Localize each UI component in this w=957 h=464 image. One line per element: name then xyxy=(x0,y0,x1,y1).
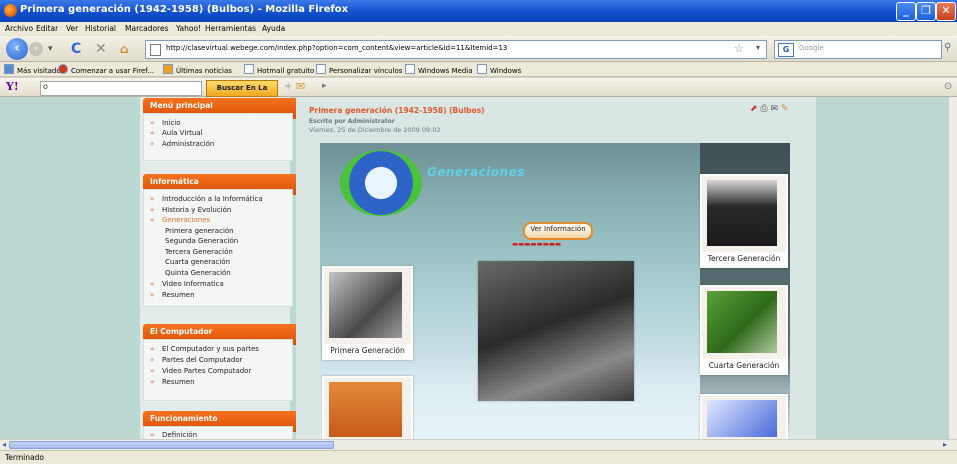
search-bar[interactable]: G Google xyxy=(774,40,942,59)
yahoo-search-input[interactable]: o xyxy=(40,81,202,96)
photo-primera-generacion[interactable]: Primera Generación xyxy=(322,266,413,360)
status-bar: Terminado xyxy=(0,450,957,464)
more-arrow-icon[interactable]: ▸ xyxy=(322,81,327,91)
menu-link-video-partes[interactable]: Video Partes Computador xyxy=(150,367,251,375)
article-author: Escrito por Administrator xyxy=(309,118,395,125)
close-button[interactable]: ✕ xyxy=(936,2,956,21)
horizontal-scroll-thumb[interactable] xyxy=(9,441,334,449)
photo-eniac xyxy=(478,261,634,401)
article-date: Viernes, 25 de Diciembre de 2009 09:02 xyxy=(309,126,441,134)
forward-button[interactable]: › xyxy=(29,42,43,56)
menu-link-primera-generacion[interactable]: Primera generación xyxy=(165,227,234,235)
menu-link-quinta-generacion[interactable]: Quinta Generación xyxy=(165,269,231,277)
address-dropdown-icon[interactable]: ▾ xyxy=(756,43,760,52)
url-text: http://clasevirtual.webege.com/index.php… xyxy=(166,44,508,52)
menu-link-resumen[interactable]: Resumen xyxy=(150,291,194,299)
yahoo-logo[interactable]: Y! xyxy=(6,80,19,93)
menu-historial[interactable]: Historial xyxy=(85,24,116,33)
menu-link-administracion[interactable]: Administración xyxy=(150,140,214,148)
scroll-left-arrow-icon[interactable]: ◂ xyxy=(2,440,6,449)
window-title: Primera generación (1942-1958) (Bulbos) … xyxy=(20,4,349,15)
print-icon[interactable]: ⎙ xyxy=(760,104,767,114)
bookmark-windows[interactable]: Windows xyxy=(477,64,521,75)
menu-link-tercera-generacion[interactable]: Tercera Generación xyxy=(165,248,233,256)
article-actions: ⬈ ⎙ ✉ ✎ xyxy=(750,104,788,114)
photo-image xyxy=(707,400,777,437)
menu-link-historia[interactable]: Historia y Evolución xyxy=(150,206,231,214)
photo-tercera-generacion[interactable]: Tercera Generación xyxy=(700,174,788,268)
photo-image xyxy=(707,291,777,353)
menu-marcadores[interactable]: Marcadores xyxy=(125,24,169,33)
caption-cuarta-generacion: Cuarta Generación xyxy=(702,359,786,373)
menu-link-definicion[interactable]: Definición xyxy=(150,431,197,439)
vertical-scrollbar[interactable] xyxy=(948,97,957,439)
menu-link-generaciones[interactable]: Generaciones xyxy=(150,216,210,224)
photo-image xyxy=(329,382,402,437)
bookmark-ultimas-noticias[interactable]: Últimas noticias xyxy=(163,64,232,75)
photo-quinta-generacion[interactable] xyxy=(700,394,788,443)
bookmark-mas-visitados[interactable]: Más visitados xyxy=(4,64,64,75)
article-title[interactable]: Primera generación (1942-1958) (Bulbos) xyxy=(309,106,485,115)
caption-primera-generacion: Primera Generación xyxy=(324,344,411,358)
menu-link-resumen-computador[interactable]: Resumen xyxy=(150,378,194,386)
bookmark-hotmail[interactable]: Hotmail gratuito xyxy=(244,64,314,75)
menu-link-introduccion[interactable]: Introducción a la Informática xyxy=(150,195,263,203)
menu-link-partes-computador[interactable]: Partes del Computador xyxy=(150,356,243,364)
minimize-button[interactable]: _ xyxy=(896,2,916,21)
back-button[interactable]: ‹ xyxy=(6,38,28,60)
caption-tercera-generacion: Tercera Generación xyxy=(702,252,786,266)
menu-link-video-informatica[interactable]: Video Informatica xyxy=(150,280,224,288)
flash-logo-text: Generaciones xyxy=(427,165,525,179)
menu-link-computador-partes[interactable]: El Computador y sus partes xyxy=(150,345,259,353)
stop-icon[interactable]: ✕ xyxy=(95,40,107,58)
bookmark-personalizar[interactable]: Personalizar vínculos xyxy=(316,64,402,75)
search-placeholder: Google xyxy=(799,44,824,52)
search-icon[interactable]: ⚲ xyxy=(944,42,951,53)
options-icon[interactable]: ⊙ xyxy=(944,81,952,92)
photo-image xyxy=(707,180,777,246)
generation-red-link[interactable]: ▬▬▬▬▬▬▬▬ xyxy=(512,240,561,248)
firefox-icon xyxy=(4,4,17,17)
photo-image xyxy=(329,272,402,338)
title-bar: Primera generación (1942-1958) (Bulbos) … xyxy=(0,0,957,22)
menu-link-cuarta-generacion[interactable]: Cuarta generación xyxy=(165,258,230,266)
address-bar[interactable]: http://clasevirtual.webege.com/index.php… xyxy=(145,40,767,59)
home-icon[interactable]: ⌂ xyxy=(120,40,129,58)
maximize-button[interactable]: ❐ xyxy=(916,2,936,21)
plus-icon[interactable]: + xyxy=(284,81,292,92)
menu-link-aula-virtual[interactable]: Aula Virtual xyxy=(150,129,202,137)
menu-bar: Archivo Editar Ver Historial Marcadores … xyxy=(0,22,957,36)
menu-herramientas[interactable]: Herramientas xyxy=(205,24,256,33)
menu-link-inicio[interactable]: Inicio xyxy=(150,119,180,127)
menu-archivo[interactable]: Archivo xyxy=(5,24,33,33)
bookmark-windows-media[interactable]: Windows Media xyxy=(405,64,473,75)
ver-informacion-button[interactable]: Ver Información xyxy=(523,222,593,240)
photo-bulbos[interactable] xyxy=(322,376,413,443)
google-icon[interactable]: G xyxy=(778,43,794,57)
yahoo-search-button[interactable]: Buscar En La Web xyxy=(206,80,278,106)
edit-icon[interactable]: ✎ xyxy=(781,104,789,114)
menu-editar[interactable]: Editar xyxy=(36,24,58,33)
email-icon[interactable]: ✉ xyxy=(771,104,779,114)
pdf-icon[interactable]: ⬈ xyxy=(750,104,758,114)
menu-yahoo[interactable]: Yahoo! xyxy=(176,24,201,33)
dropdown-arrow-icon[interactable]: ▾ xyxy=(48,40,53,58)
photo-image xyxy=(478,261,634,401)
globe-logo-icon xyxy=(340,150,422,216)
scroll-right-arrow-icon[interactable]: ▸ xyxy=(943,440,947,449)
status-text: Terminado xyxy=(5,453,44,462)
yahoo-toolbar: Y! o Buscar En La Web + ✉ ▸ ⊙ xyxy=(0,78,957,106)
menu-ayuda[interactable]: Ayuda xyxy=(262,24,285,33)
menu-ver[interactable]: Ver xyxy=(66,24,78,33)
page-icon xyxy=(150,44,161,56)
bookmark-star-icon[interactable]: ☆ xyxy=(734,42,744,55)
navigation-toolbar: ‹ › ▾ C ✕ ⌂ http://clasevirtual.webege.c… xyxy=(0,36,957,62)
bookmark-comenzar[interactable]: Comenzar a usar Firef... xyxy=(58,64,154,75)
reload-icon[interactable]: C xyxy=(71,40,81,58)
menu-link-segunda-generacion[interactable]: Segunda Generación xyxy=(165,237,238,245)
bookmarks-toolbar: Más visitados Comenzar a usar Firef... Ú… xyxy=(0,62,957,77)
photo-cuarta-generacion[interactable]: Cuarta Generación xyxy=(700,285,788,375)
mail-icon[interactable]: ✉ xyxy=(296,80,305,93)
